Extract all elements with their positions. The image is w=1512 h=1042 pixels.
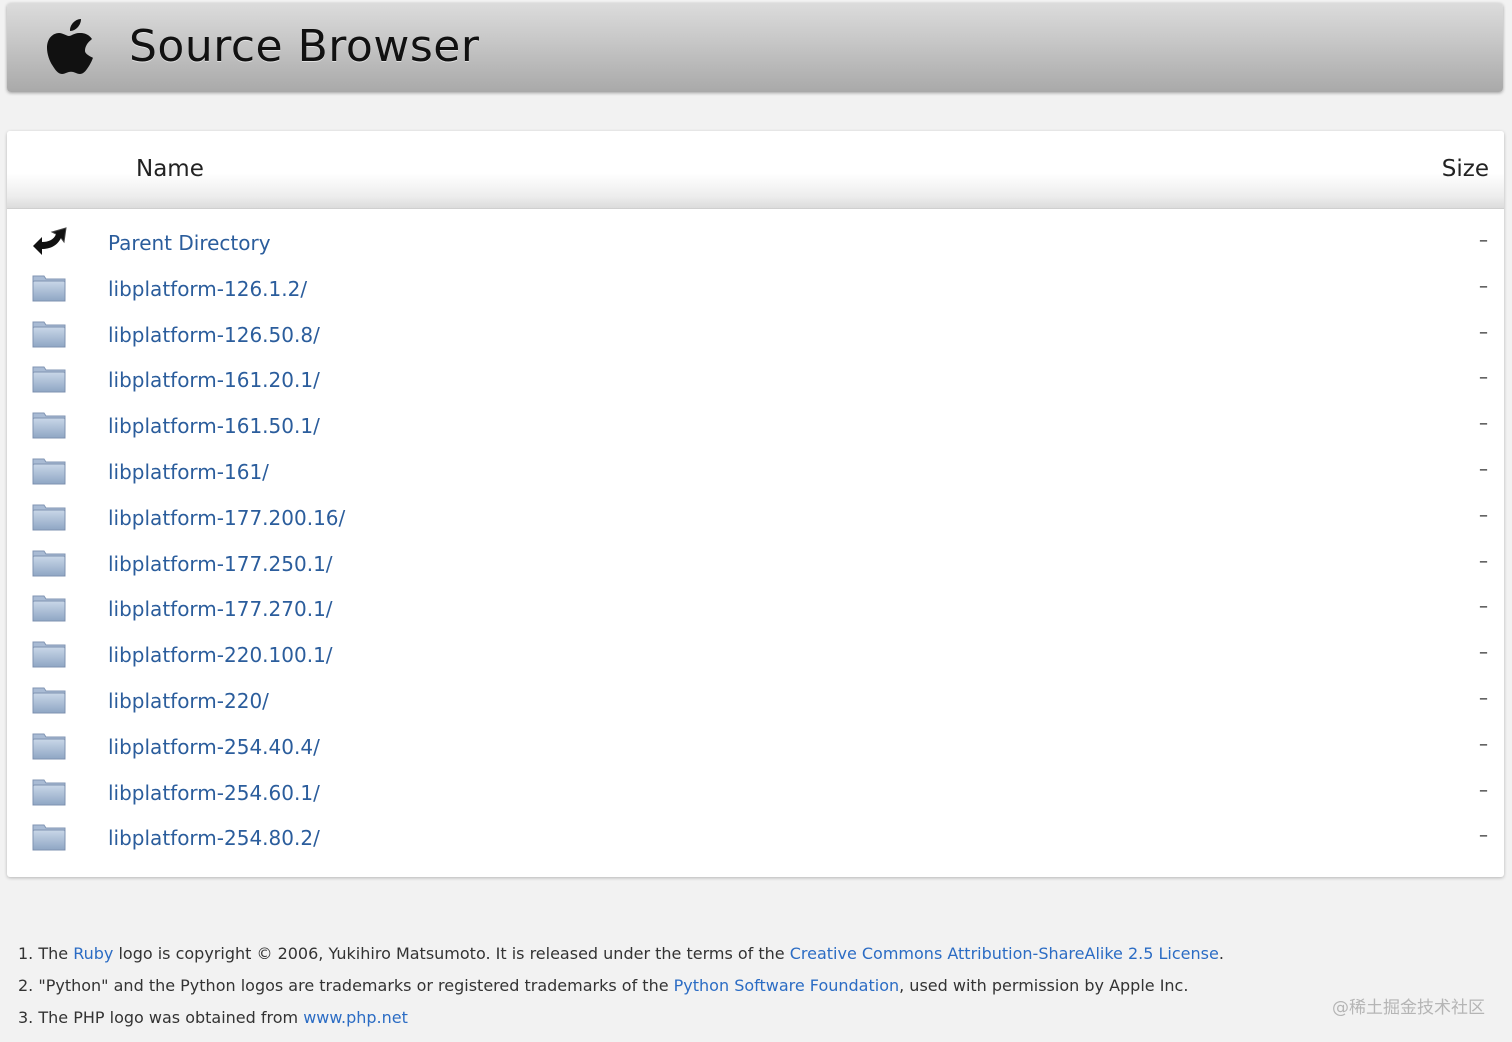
- table-row[interactable]: libplatform-177.250.1/ –: [7, 545, 1504, 591]
- row-link[interactable]: libplatform-177.250.1/: [108, 552, 333, 576]
- table-row[interactable]: libplatform-254.60.1/ –: [7, 774, 1504, 820]
- table-row[interactable]: libplatform-177.200.16/ –: [7, 499, 1504, 545]
- parent-directory-icon[interactable]: [30, 224, 68, 258]
- table-row[interactable]: libplatform-126.1.2/ –: [7, 270, 1504, 316]
- table-row[interactable]: libplatform-161.20.1/ –: [7, 361, 1504, 407]
- row-link[interactable]: libplatform-126.1.2/: [108, 277, 307, 301]
- footnote-3: 3. The PHP logo was obtained from www.ph…: [18, 1005, 1224, 1037]
- row-link[interactable]: libplatform-220.100.1/: [108, 643, 333, 667]
- row-size: –: [1479, 642, 1488, 664]
- folder-icon[interactable]: [30, 590, 68, 624]
- footnote-number: 1.: [18, 944, 34, 963]
- column-header-size[interactable]: Size: [1442, 156, 1489, 182]
- directory-listing: Name Size Parent Directory – libplatform…: [7, 131, 1504, 877]
- footnote-text: , used with permission by Apple Inc.: [899, 976, 1189, 995]
- folder-icon[interactable]: [30, 774, 68, 808]
- row-size: –: [1479, 687, 1488, 709]
- footnotes: 1. The Ruby logo is copyright © 2006, Yu…: [18, 941, 1224, 1037]
- row-size: –: [1479, 504, 1488, 526]
- folder-icon[interactable]: [30, 270, 68, 304]
- row-size: –: [1479, 550, 1488, 572]
- table-row[interactable]: libplatform-220/ –: [7, 682, 1504, 728]
- row-size: –: [1479, 596, 1488, 618]
- row-link[interactable]: libplatform-161.50.1/: [108, 414, 320, 438]
- python-software-foundation-link[interactable]: Python Software Foundation: [674, 976, 899, 995]
- folder-icon[interactable]: [30, 545, 68, 579]
- ruby-link[interactable]: Ruby: [73, 944, 113, 963]
- table-row[interactable]: libplatform-161/ –: [7, 453, 1504, 499]
- page: Source Browser Name Size Parent Director…: [0, 0, 1512, 1042]
- apple-logo-icon[interactable]: [41, 17, 101, 79]
- table-row-parent-directory[interactable]: Parent Directory –: [7, 224, 1504, 270]
- folder-icon[interactable]: [30, 636, 68, 670]
- footnote-1: 1. The Ruby logo is copyright © 2006, Yu…: [18, 941, 1224, 973]
- table-row[interactable]: libplatform-220.100.1/ –: [7, 636, 1504, 682]
- file-list: Parent Directory – libplatform-126.1.2/ …: [7, 224, 1504, 865]
- row-size: –: [1479, 275, 1488, 297]
- footnote-number: 2.: [18, 976, 34, 995]
- row-link[interactable]: libplatform-126.50.8/: [108, 323, 320, 347]
- row-size: –: [1479, 321, 1488, 343]
- folder-icon[interactable]: [30, 407, 68, 441]
- folder-icon[interactable]: [30, 499, 68, 533]
- table-row[interactable]: libplatform-254.80.2/ –: [7, 819, 1504, 865]
- row-size: –: [1479, 458, 1488, 480]
- table-header: Name Size: [7, 131, 1504, 209]
- row-size: –: [1479, 733, 1488, 755]
- row-link[interactable]: libplatform-177.270.1/: [108, 597, 333, 621]
- folder-icon[interactable]: [30, 682, 68, 716]
- footnote-text: The: [38, 944, 74, 963]
- php-net-link[interactable]: www.php.net: [303, 1008, 408, 1027]
- footnote-text: logo is copyright © 2006, Yukihiro Matsu…: [113, 944, 790, 963]
- footnote-2: 2. "Python" and the Python logos are tra…: [18, 973, 1224, 1005]
- page-title: Source Browser: [129, 21, 480, 72]
- table-row[interactable]: libplatform-161.50.1/ –: [7, 407, 1504, 453]
- folder-icon[interactable]: [30, 361, 68, 395]
- watermark: @稀土掘金技术社区: [1332, 998, 1485, 1018]
- row-link[interactable]: libplatform-254.60.1/: [108, 781, 320, 805]
- footnote-text: "Python" and the Python logos are tradem…: [38, 976, 674, 995]
- row-size: –: [1479, 779, 1488, 801]
- row-size: –: [1479, 367, 1488, 389]
- header-bar: Source Browser: [7, 3, 1503, 92]
- row-link[interactable]: libplatform-220/: [108, 689, 269, 713]
- table-row[interactable]: libplatform-254.40.4/ –: [7, 728, 1504, 774]
- table-row[interactable]: libplatform-177.270.1/ –: [7, 590, 1504, 636]
- row-link[interactable]: libplatform-177.200.16/: [108, 506, 345, 530]
- table-row[interactable]: libplatform-126.50.8/ –: [7, 316, 1504, 362]
- creative-commons-license-link[interactable]: Creative Commons Attribution-ShareAlike …: [790, 944, 1219, 963]
- row-size: –: [1479, 413, 1488, 435]
- folder-icon[interactable]: [30, 728, 68, 762]
- footnote-text: The PHP logo was obtained from: [38, 1008, 304, 1027]
- row-link[interactable]: libplatform-254.40.4/: [108, 735, 320, 759]
- row-size: –: [1479, 230, 1488, 251]
- row-size: –: [1479, 825, 1488, 847]
- folder-icon[interactable]: [30, 316, 68, 350]
- row-link[interactable]: libplatform-161/: [108, 460, 269, 484]
- footnote-number: 3.: [18, 1008, 34, 1027]
- folder-icon[interactable]: [30, 819, 68, 853]
- row-link[interactable]: libplatform-254.80.2/: [108, 826, 320, 850]
- row-link-parent-directory[interactable]: Parent Directory: [108, 231, 271, 255]
- column-header-name[interactable]: Name: [136, 156, 204, 182]
- footnote-text: .: [1218, 944, 1224, 963]
- row-link[interactable]: libplatform-161.20.1/: [108, 368, 320, 392]
- folder-icon[interactable]: [30, 453, 68, 487]
